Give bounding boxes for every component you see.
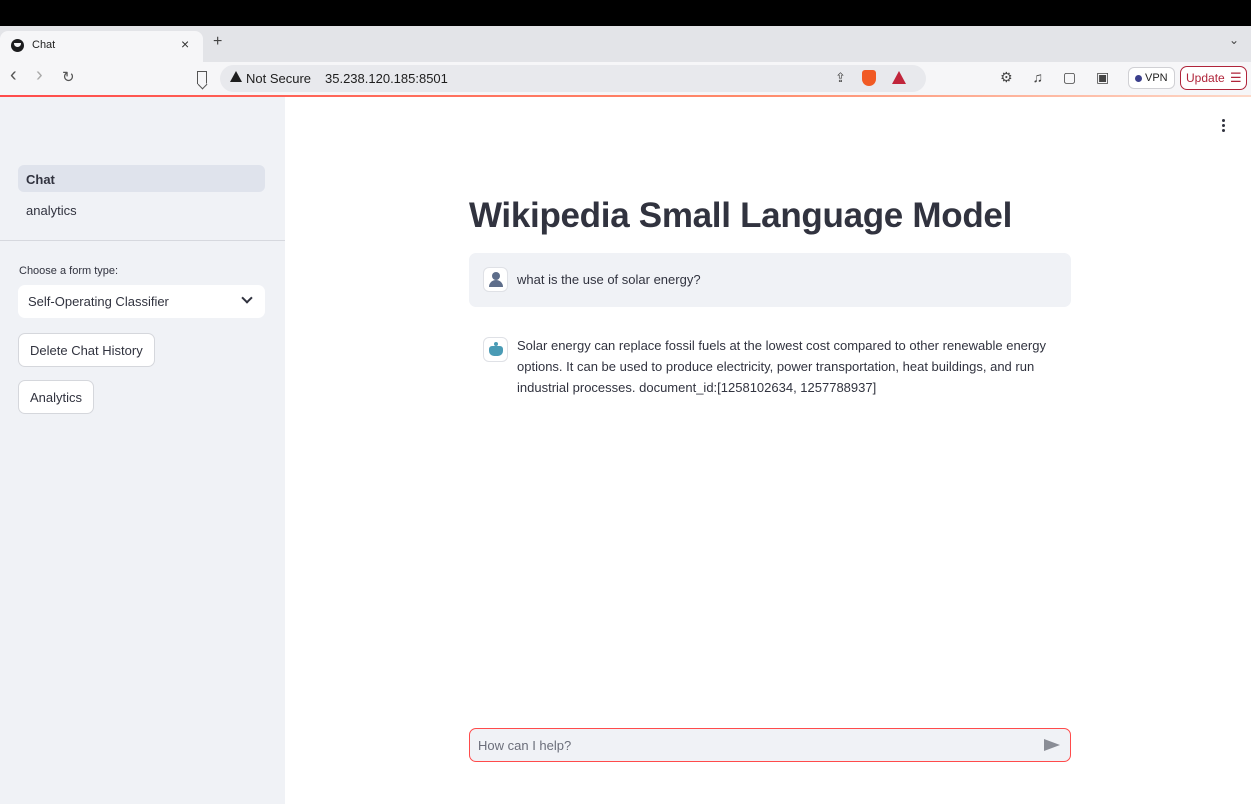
sidebar-divider <box>0 240 285 241</box>
vpn-button[interactable]: VPN <box>1128 67 1175 89</box>
back-icon[interactable]: ‹ <box>10 64 17 87</box>
tab-title: Chat <box>32 39 56 51</box>
reload-icon[interactable]: ↻ <box>62 68 75 86</box>
browser-tab-bar: Chat × + ⌄ <box>0 26 1251 62</box>
brave-shields-icon[interactable] <box>862 70 876 86</box>
browser-address-bar: ‹ › ↻ Not Secure 35.238.120.185:8501 ⇪ ⚙… <box>0 62 1251 95</box>
user-avatar-icon <box>483 267 508 292</box>
update-label: Update <box>1186 71 1225 85</box>
chat-input[interactable]: How can I help? <box>469 728 1071 762</box>
sidebar-item-chat[interactable]: Chat <box>18 165 265 192</box>
page-title: Wikipedia Small Language Model <box>469 196 1013 235</box>
main-content: Wikipedia Small Language Model what is t… <box>285 97 1251 804</box>
update-button[interactable]: Update ☰ <box>1180 66 1247 90</box>
new-tab-icon[interactable]: + <box>213 33 222 51</box>
close-tab-icon[interactable]: × <box>181 36 189 52</box>
vpn-label: VPN <box>1145 72 1168 84</box>
brave-rewards-icon[interactable] <box>892 71 906 84</box>
assistant-message-line: options. It can be used to produce elect… <box>517 359 1035 374</box>
chat-message-user: what is the use of solar energy? <box>469 253 1071 307</box>
chat-input-placeholder: How can I help? <box>478 738 572 753</box>
analytics-button[interactable]: Analytics <box>18 380 95 414</box>
url-bar[interactable]: Not Secure 35.238.120.185:8501 ⇪ <box>220 65 926 92</box>
streamlit-favicon-icon <box>11 39 24 52</box>
browser-tab-chat[interactable]: Chat × <box>0 31 203 62</box>
more-options-icon[interactable] <box>1222 119 1225 132</box>
url-text[interactable]: 35.238.120.185:8501 <box>325 71 448 86</box>
chevron-down-icon <box>241 292 253 304</box>
assistant-message-line: industrial processes. document_id:[12581… <box>517 380 877 395</box>
forward-icon[interactable]: › <box>36 64 43 87</box>
sidebar: Chat analytics Choose a form type: Self-… <box>0 97 285 804</box>
vpn-status-icon <box>1135 75 1142 82</box>
tab-list-icon[interactable]: ⌄ <box>1229 33 1239 47</box>
security-status[interactable]: Not Secure <box>246 71 311 86</box>
menu-icon: ☰ <box>1230 70 1242 85</box>
delete-chat-history-button[interactable]: Delete Chat History <box>18 333 155 367</box>
bookmark-icon[interactable] <box>197 71 207 84</box>
send-icon[interactable] <box>1044 739 1060 751</box>
form-type-value: Self-Operating Classifier <box>28 294 169 309</box>
assistant-message-line: Solar energy can replace fossil fuels at… <box>517 338 1046 353</box>
user-message-text: what is the use of solar energy? <box>517 272 701 287</box>
assistant-avatar-icon <box>483 337 508 362</box>
extension-icons[interactable]: ⚙ ♫ ▢ ▣ ✧ <box>1000 69 1149 86</box>
warning-icon <box>230 71 242 82</box>
share-icon[interactable]: ⇪ <box>835 70 846 86</box>
screen-top-bar <box>0 0 1251 26</box>
form-type-select[interactable]: Self-Operating Classifier <box>18 285 265 318</box>
sidebar-item-analytics[interactable]: analytics <box>18 196 265 223</box>
form-type-label: Choose a form type: <box>19 265 119 277</box>
